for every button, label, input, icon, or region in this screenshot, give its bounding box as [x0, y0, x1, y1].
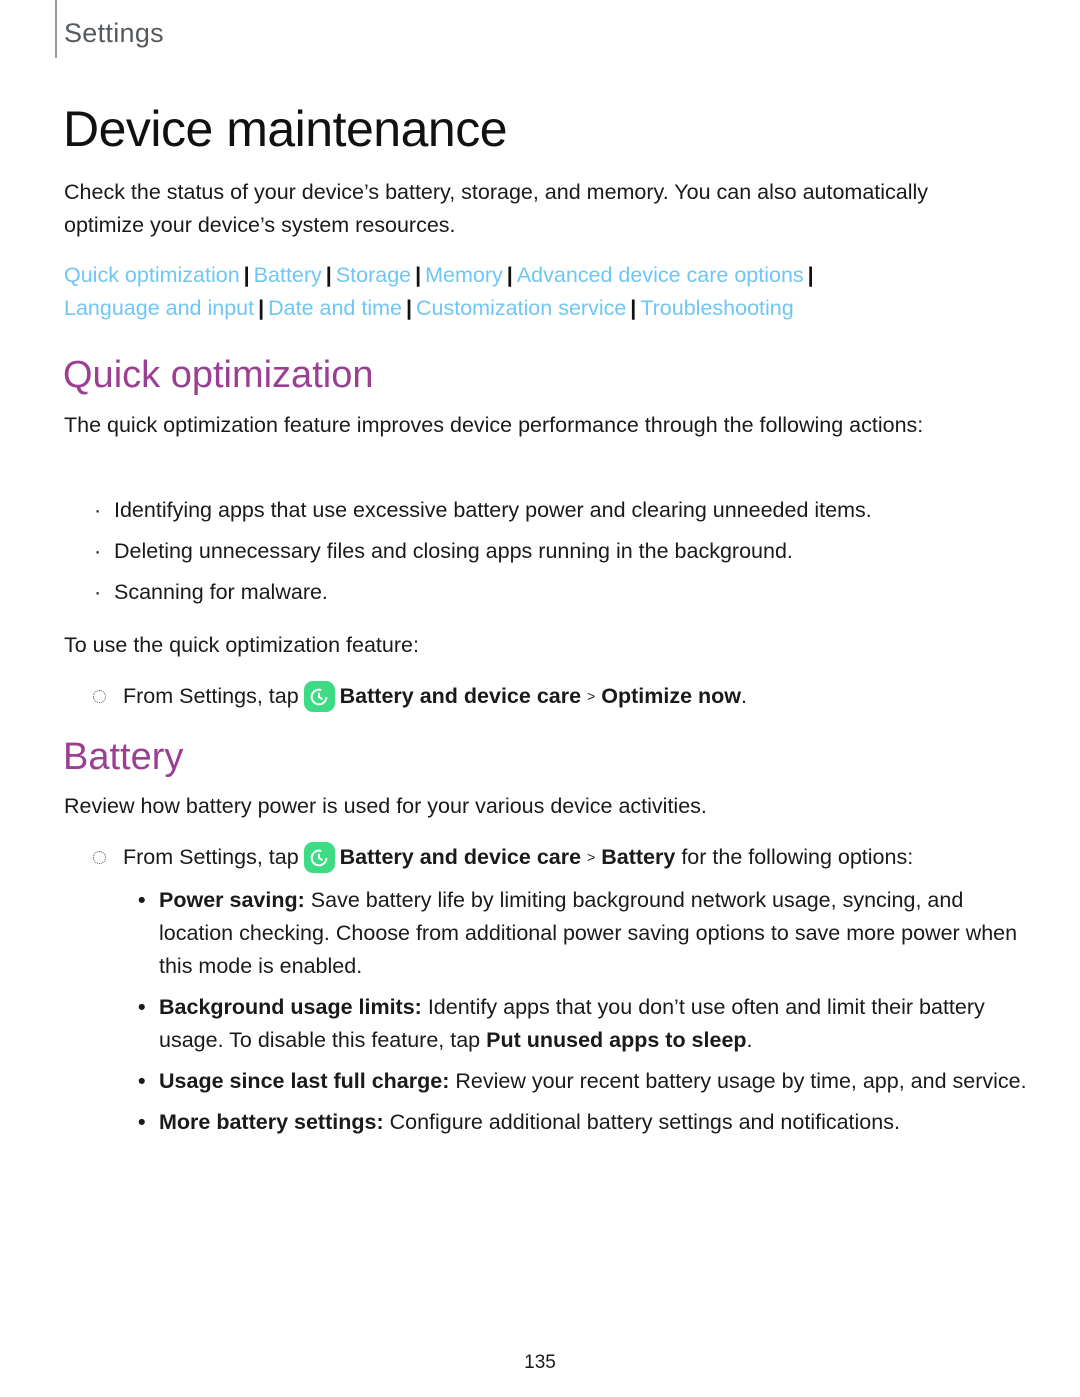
step-target: Battery [601, 845, 676, 869]
option-term: Background usage limits [159, 995, 415, 1019]
quick-bullet-list: · Identifying apps that use excessive bat… [90, 494, 872, 617]
list-item-text: Scanning for malware. [114, 580, 328, 604]
topic-links: Quick optimization | Battery | Storage | Memor… [64, 259, 984, 325]
device-care-icon [303, 681, 335, 712]
bullet: · [94, 539, 102, 563]
link-advanced-device-care[interactable]: Advanced device care options [517, 263, 804, 287]
option-text: Review your recent battery usage by time… [455, 1069, 1027, 1093]
list-item: • Usage since last full charge: Review yo… [138, 1065, 1028, 1098]
quick-description: The quick optimization feature improves … [64, 413, 924, 437]
list-item: · Identifying apps that use excessive bat… [90, 494, 872, 535]
arrow-glyph: > [587, 688, 596, 704]
intro-text: Check the status of your device’s batter… [64, 180, 929, 237]
step-text: From Settings, tap [123, 845, 299, 869]
step-marker-icon [93, 690, 106, 703]
step-suffix: . [741, 684, 747, 708]
battery-step: From Settings, tap Battery and device ca… [90, 841, 913, 874]
link-date-time[interactable]: Date and time [268, 296, 402, 320]
list-item: · Deleting unnecessary files and closing … [90, 535, 872, 576]
bullet: • [138, 1069, 146, 1093]
step-text: From Settings, tap [123, 684, 299, 708]
separator: | [243, 263, 250, 287]
step-marker-icon [93, 851, 106, 864]
list-item-text: Deleting unnecessary files and closing a… [114, 539, 793, 563]
list-item: • Background usage limits: Identify apps … [138, 991, 1028, 1057]
option-tail-end: . [746, 1028, 753, 1052]
page-title: Device maintenance [63, 101, 508, 157]
separator: | [807, 263, 814, 287]
list-item-text: Identifying apps that use excessive batt… [114, 498, 872, 522]
bullet: • [138, 888, 146, 912]
separator: | [506, 263, 513, 287]
quick-step: From Settings, tap Battery and device ca… [90, 680, 747, 713]
page-number: 135 [524, 1352, 556, 1373]
list-item: • More battery settings: Configure additi… [138, 1106, 1028, 1139]
link-troubleshooting[interactable]: Troubleshooting [640, 296, 793, 320]
battery-options-list: • Power saving: Save battery life by limi… [138, 884, 1028, 1147]
option-term: More battery settings [159, 1110, 377, 1134]
header-rule [55, 0, 57, 58]
separator: | [630, 296, 637, 320]
bullet: • [138, 1110, 146, 1134]
arrow-glyph: > [587, 849, 596, 865]
bullet: · [94, 580, 102, 604]
link-customization-service[interactable]: Customization service [416, 296, 626, 320]
separator: | [258, 296, 265, 320]
option-term: Usage since last full charge [159, 1069, 443, 1093]
app-name: Battery and device care [339, 845, 582, 869]
option-text: Configure additional battery settings an… [389, 1110, 900, 1134]
link-battery[interactable]: Battery [254, 263, 322, 287]
separator: | [325, 263, 332, 287]
option-bold-tail: Put unused apps to sleep [486, 1028, 747, 1052]
bullet: · [94, 498, 102, 522]
link-storage[interactable]: Storage [336, 263, 411, 287]
option-term: Power saving [159, 888, 298, 912]
battery-description: Review how battery power is used for you… [64, 794, 707, 818]
battery-heading: Battery [63, 736, 184, 778]
step-target: Optimize now [601, 684, 741, 708]
to-use-text: To use the quick optimization feature: [64, 633, 419, 657]
app-name: Battery and device care [339, 684, 582, 708]
link-memory[interactable]: Memory [425, 263, 503, 287]
separator: | [415, 263, 422, 287]
link-language-input[interactable]: Language and input [64, 296, 254, 320]
bullet: • [138, 995, 146, 1019]
link-quick-optimization[interactable]: Quick optimization [64, 263, 240, 287]
list-item: · Scanning for malware. [90, 576, 872, 617]
quick-optimization-heading: Quick optimization [63, 354, 374, 396]
separator: | [405, 296, 412, 320]
list-item: • Power saving: Save battery life by limi… [138, 884, 1028, 983]
device-care-icon [303, 842, 335, 873]
step-suffix: for the following options: [681, 845, 914, 869]
section-header: Settings [64, 18, 164, 48]
